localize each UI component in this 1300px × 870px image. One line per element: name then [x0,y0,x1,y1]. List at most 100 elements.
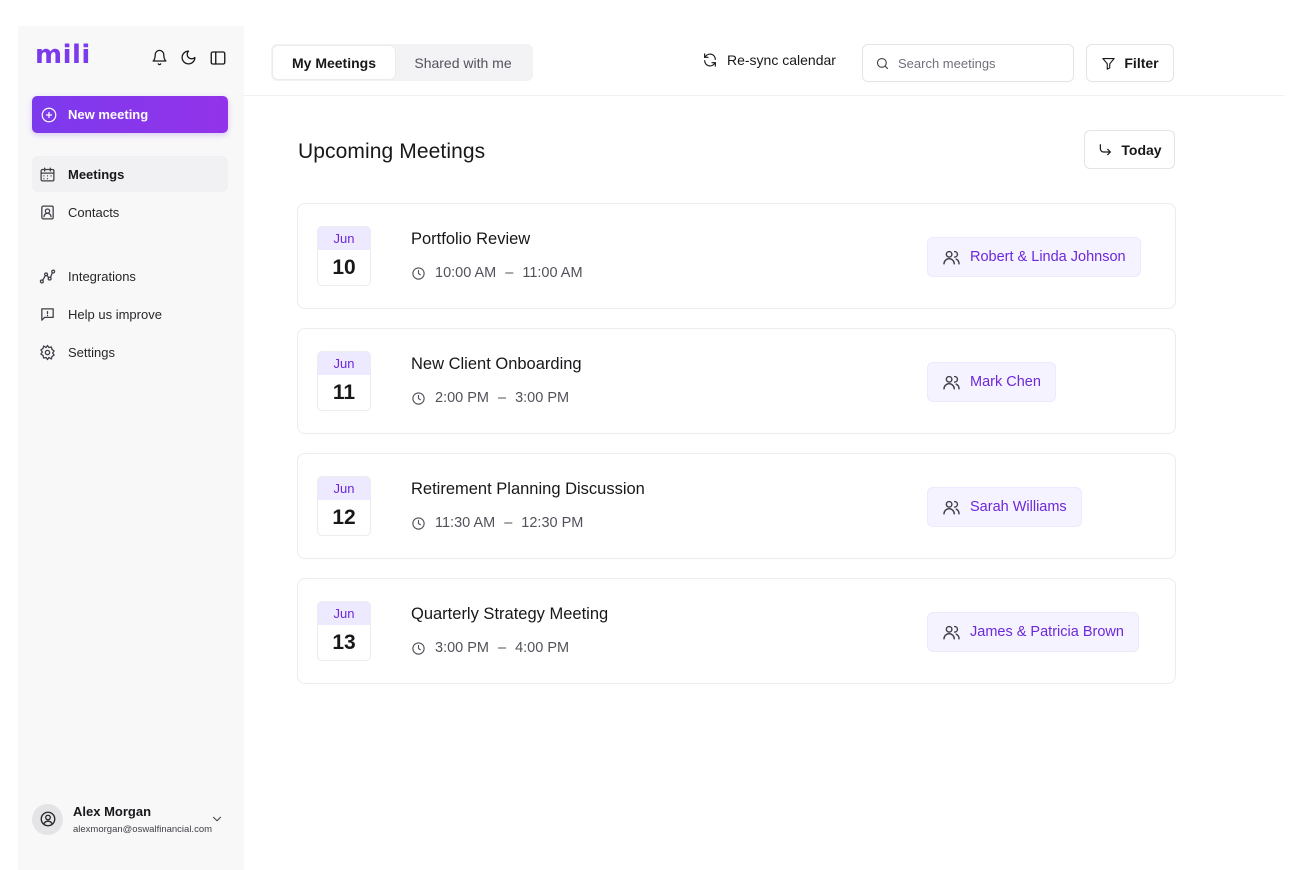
today-label: Today [1121,141,1162,158]
app-logo[interactable]: mili [35,40,91,70]
search-input[interactable] [898,55,1058,71]
date-badge: Jun 11 [317,351,371,411]
tab-my-meetings[interactable]: My Meetings [273,46,395,79]
clock-icon [412,391,425,405]
meeting-title: Portfolio Review [411,230,531,248]
sidebar-item-label: Help us improve [68,306,162,322]
gear-icon [40,344,55,360]
sidebar-item-label: Settings [68,344,115,360]
contact-icon [41,204,54,220]
sidebar-item-label: Integrations [68,268,136,284]
sidebar-item-integrations[interactable]: Integrations [32,258,228,294]
search-icon [876,57,889,69]
date-badge: Jun 12 [317,476,371,536]
attendee-names: James & Patricia Brown [970,624,1124,640]
sidebar-item-help[interactable]: Help us improve [32,296,228,332]
meeting-card[interactable]: Jun 12 Retirement Planning Discussion 11… [297,453,1176,559]
meeting-end: 11:00 AM [522,265,583,281]
search-box[interactable] [862,44,1074,82]
time-separator: – [498,640,507,656]
date-month: Jun [318,477,370,500]
users-icon [943,375,960,390]
feedback-icon [41,307,54,321]
sidebar: mili New meeting Meetings Contacts Integ… [18,26,244,870]
date-badge: Jun 13 [317,601,371,661]
meeting-start: 10:00 AM [435,265,497,281]
sidebar-item-label: Contacts [68,204,120,220]
integrations-icon [39,268,56,284]
sidebar-item-meetings[interactable]: Meetings [32,156,228,192]
date-month: Jun [318,602,370,625]
calendar-icon [40,166,55,182]
filter-button[interactable]: Filter [1086,44,1174,82]
today-button[interactable]: Today [1084,130,1175,169]
date-month: Jun [318,352,370,375]
page-title: Upcoming Meetings [298,140,486,163]
meeting-end: 12:30 PM [521,515,584,531]
user-name: Alex Morgan [73,803,152,819]
filter-label: Filter [1124,55,1159,71]
chevron-down-icon[interactable] [210,812,224,826]
date-day: 13 [332,631,356,654]
sidebar-toggle-icon[interactable] [208,48,227,67]
user-icon [40,811,55,827]
clock-icon [412,266,425,280]
plus-circle-icon [41,107,57,122]
tab-shared-with-me[interactable]: Shared with me [395,46,531,79]
meeting-title: Quarterly Strategy Meeting [411,605,609,623]
attendee-badge[interactable]: Sarah Williams [927,487,1082,527]
users-icon [943,250,960,265]
meeting-time: 11:30 AM – 12:30 PM [411,515,583,531]
sidebar-item-settings[interactable]: Settings [32,334,228,370]
users-icon [943,500,960,515]
meeting-time: 10:00 AM – 11:00 AM [411,265,583,281]
sidebar-nav-secondary: Integrations Help us improve Settings [32,258,228,372]
meeting-card[interactable]: Jun 11 New Client Onboarding 2:00 PM – 3… [297,328,1176,434]
clock-icon [412,641,425,655]
user-email: alexmorgan@oswalfinancial.com [73,823,213,835]
meeting-card[interactable]: Jun 13 Quarterly Strategy Meeting 3:00 P… [297,578,1176,684]
avatar [32,803,63,835]
corner-arrow-icon [1100,143,1112,155]
moon-icon[interactable] [179,48,198,67]
clock-icon [412,516,425,530]
refresh-icon [704,53,716,67]
new-meeting-button[interactable]: New meeting [32,96,228,133]
meeting-title: New Client Onboarding [411,355,582,373]
sidebar-top-icons [150,48,227,67]
meeting-start: 2:00 PM [435,390,489,406]
date-badge: Jun 10 [317,226,371,286]
date-day: 10 [332,256,356,279]
meeting-card[interactable]: Jun 10 Portfolio Review 10:00 AM – 11:00… [297,203,1176,309]
time-separator: – [505,265,514,281]
attendee-names: Mark Chen [970,374,1041,390]
meeting-tabs: My Meetings Shared with me [271,44,533,81]
app-root: mili New meeting Meetings Contacts Integ… [0,0,1300,870]
time-separator: – [498,390,507,406]
resync-label: Re-sync calendar [727,52,836,68]
date-day: 11 [332,381,356,404]
sidebar-item-label: Meetings [68,166,125,182]
attendee-names: Robert & Linda Johnson [970,249,1126,265]
meeting-end: 4:00 PM [515,640,570,656]
time-separator: – [504,515,513,531]
date-month: Jun [318,227,370,250]
attendee-badge[interactable]: Mark Chen [927,362,1056,402]
user-menu[interactable]: Alex Morgan alexmorgan@oswalfinancial.co… [32,802,228,836]
meeting-start: 3:00 PM [435,640,489,656]
resync-calendar-button[interactable]: Re-sync calendar [702,52,836,68]
attendee-badge[interactable]: James & Patricia Brown [927,612,1139,652]
attendee-names: Sarah Williams [970,499,1067,515]
bell-icon[interactable] [150,48,169,67]
meeting-list: Jun 10 Portfolio Review 10:00 AM – 11:00… [297,203,1176,703]
sidebar-nav-primary: Meetings Contacts [32,156,228,232]
attendee-badge[interactable]: Robert & Linda Johnson [927,237,1141,277]
topbar: My Meetings Shared with me Re-sync calen… [244,26,1284,96]
user-info: Alex Morgan alexmorgan@oswalfinancial.co… [73,804,212,835]
meeting-time: 3:00 PM – 4:00 PM [411,640,569,656]
meeting-time: 2:00 PM – 3:00 PM [411,390,569,406]
new-meeting-label: New meeting [68,107,149,122]
users-icon [943,625,960,640]
sidebar-item-contacts[interactable]: Contacts [32,194,228,230]
meeting-start: 11:30 AM [435,515,496,531]
